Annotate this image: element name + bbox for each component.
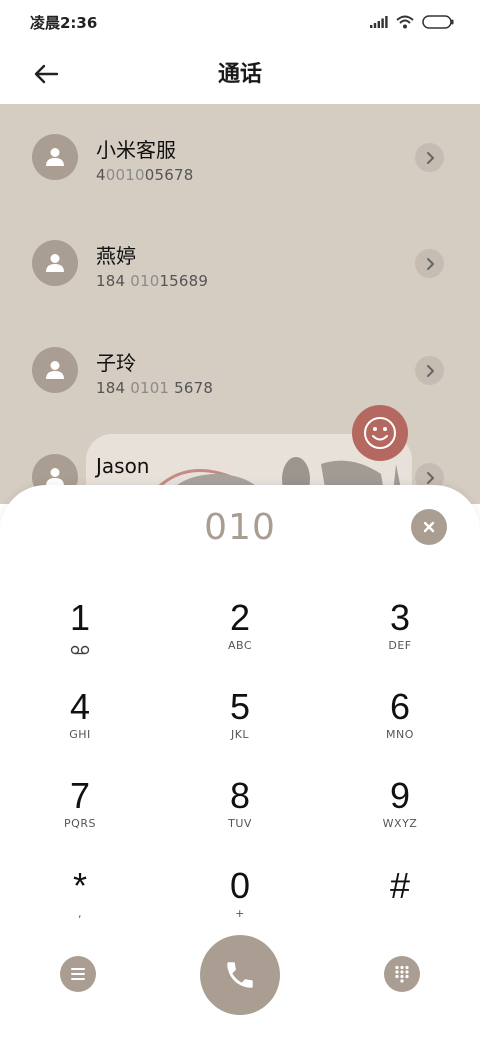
key-letters: WXYZ: [382, 817, 418, 830]
chevron-right-icon: [426, 151, 434, 164]
contact-name: 小米客服: [96, 138, 176, 162]
contact-name: 燕婷: [96, 244, 136, 268]
key-8[interactable]: 8 TUV: [175, 776, 305, 856]
contact-number: 184 0101 5678: [96, 379, 214, 397]
battery-icon: [422, 15, 454, 29]
person-icon: [46, 148, 64, 166]
key-5[interactable]: 5 JKL: [175, 687, 305, 767]
key-letters: ,: [78, 907, 82, 920]
contact-name: 子玲: [96, 351, 136, 375]
call-button[interactable]: [200, 935, 280, 1015]
key-digit: #: [389, 865, 411, 906]
person-icon: [46, 254, 64, 272]
signal-icon: [370, 16, 388, 28]
key-digit: 5: [229, 686, 251, 727]
contact-detail-button[interactable]: [415, 143, 444, 172]
avatar: [32, 134, 78, 180]
key-1[interactable]: 1: [15, 598, 145, 678]
key-6[interactable]: 6 MNO: [335, 687, 465, 767]
key-letters: JKL: [230, 728, 250, 741]
key-digit: 0: [229, 865, 251, 906]
contact-row[interactable]: 子玲 184 0101 5678: [0, 331, 480, 411]
key-9[interactable]: 9 WXYZ: [335, 776, 465, 856]
key-2[interactable]: 2 ABC: [175, 598, 305, 678]
key-digit: 2: [229, 597, 251, 638]
header: 通话: [0, 44, 480, 104]
chevron-right-icon: [426, 471, 434, 484]
status-icons: [370, 15, 454, 29]
menu-icon: [71, 968, 85, 980]
key-hash[interactable]: #: [335, 866, 465, 946]
key-letters: ABC: [227, 639, 253, 652]
key-digit: 6: [389, 686, 411, 727]
key-star[interactable]: * ,: [15, 866, 145, 946]
key-digit: 9: [389, 775, 411, 816]
phone-icon: [227, 962, 253, 988]
contact-detail-button[interactable]: [415, 356, 444, 385]
chevron-right-icon: [426, 257, 434, 270]
floating-sticker-button[interactable]: [352, 405, 408, 461]
wifi-icon: [396, 15, 414, 29]
menu-button[interactable]: [60, 956, 96, 992]
keypad-toggle-button[interactable]: [384, 956, 420, 992]
key-digit: *: [72, 865, 87, 906]
avatar: [32, 347, 78, 393]
contact-number: 184 01015689: [96, 272, 209, 290]
clear-button[interactable]: [411, 509, 447, 545]
key-letters: TUV: [228, 817, 252, 830]
person-icon: [46, 361, 64, 379]
contact-row[interactable]: 燕婷 184 01015689: [0, 224, 480, 304]
key-3[interactable]: 3 DEF: [335, 598, 465, 678]
key-0[interactable]: 0 +: [175, 866, 305, 946]
contact-number: 4001005678: [96, 166, 194, 184]
dialer-sheet: 010 1 2 ABC 3 DEF 4 GHI 5 JKL 6 MNO 7 PQ…: [0, 485, 480, 1040]
key-letters: MNO: [386, 728, 414, 741]
contact-detail-button[interactable]: [415, 249, 444, 278]
dialed-number[interactable]: 010: [0, 507, 480, 548]
key-4[interactable]: 4 GHI: [15, 687, 145, 767]
page-title: 通话: [217, 62, 262, 87]
key-digit: 7: [69, 775, 91, 816]
key-digit: 3: [389, 597, 411, 638]
key-letters: PQRS: [64, 817, 96, 830]
key-digit: 1: [69, 597, 91, 638]
key-letters: +: [235, 907, 245, 920]
contact-row[interactable]: 小米客服 4001005678: [0, 118, 480, 198]
key-letters: DEF: [388, 639, 412, 652]
keypad-icon: [395, 965, 409, 983]
smiley-icon: [364, 417, 396, 449]
status-time: 凌晨2:36: [30, 13, 98, 32]
contact-name: Jason: [96, 454, 150, 478]
key-7[interactable]: 7 PQRS: [15, 776, 145, 856]
close-icon: [423, 521, 435, 533]
status-bar: 凌晨2:36: [0, 0, 480, 44]
key-letters: GHI: [69, 728, 91, 741]
voicemail-icon: [15, 640, 145, 655]
contact-list: 小米客服 4001005678 燕婷 184 01015689 子玲 184 0…: [0, 104, 480, 504]
chevron-right-icon: [426, 364, 434, 377]
avatar: [32, 240, 78, 286]
key-digit: 4: [69, 686, 91, 727]
key-digit: 8: [229, 775, 251, 816]
